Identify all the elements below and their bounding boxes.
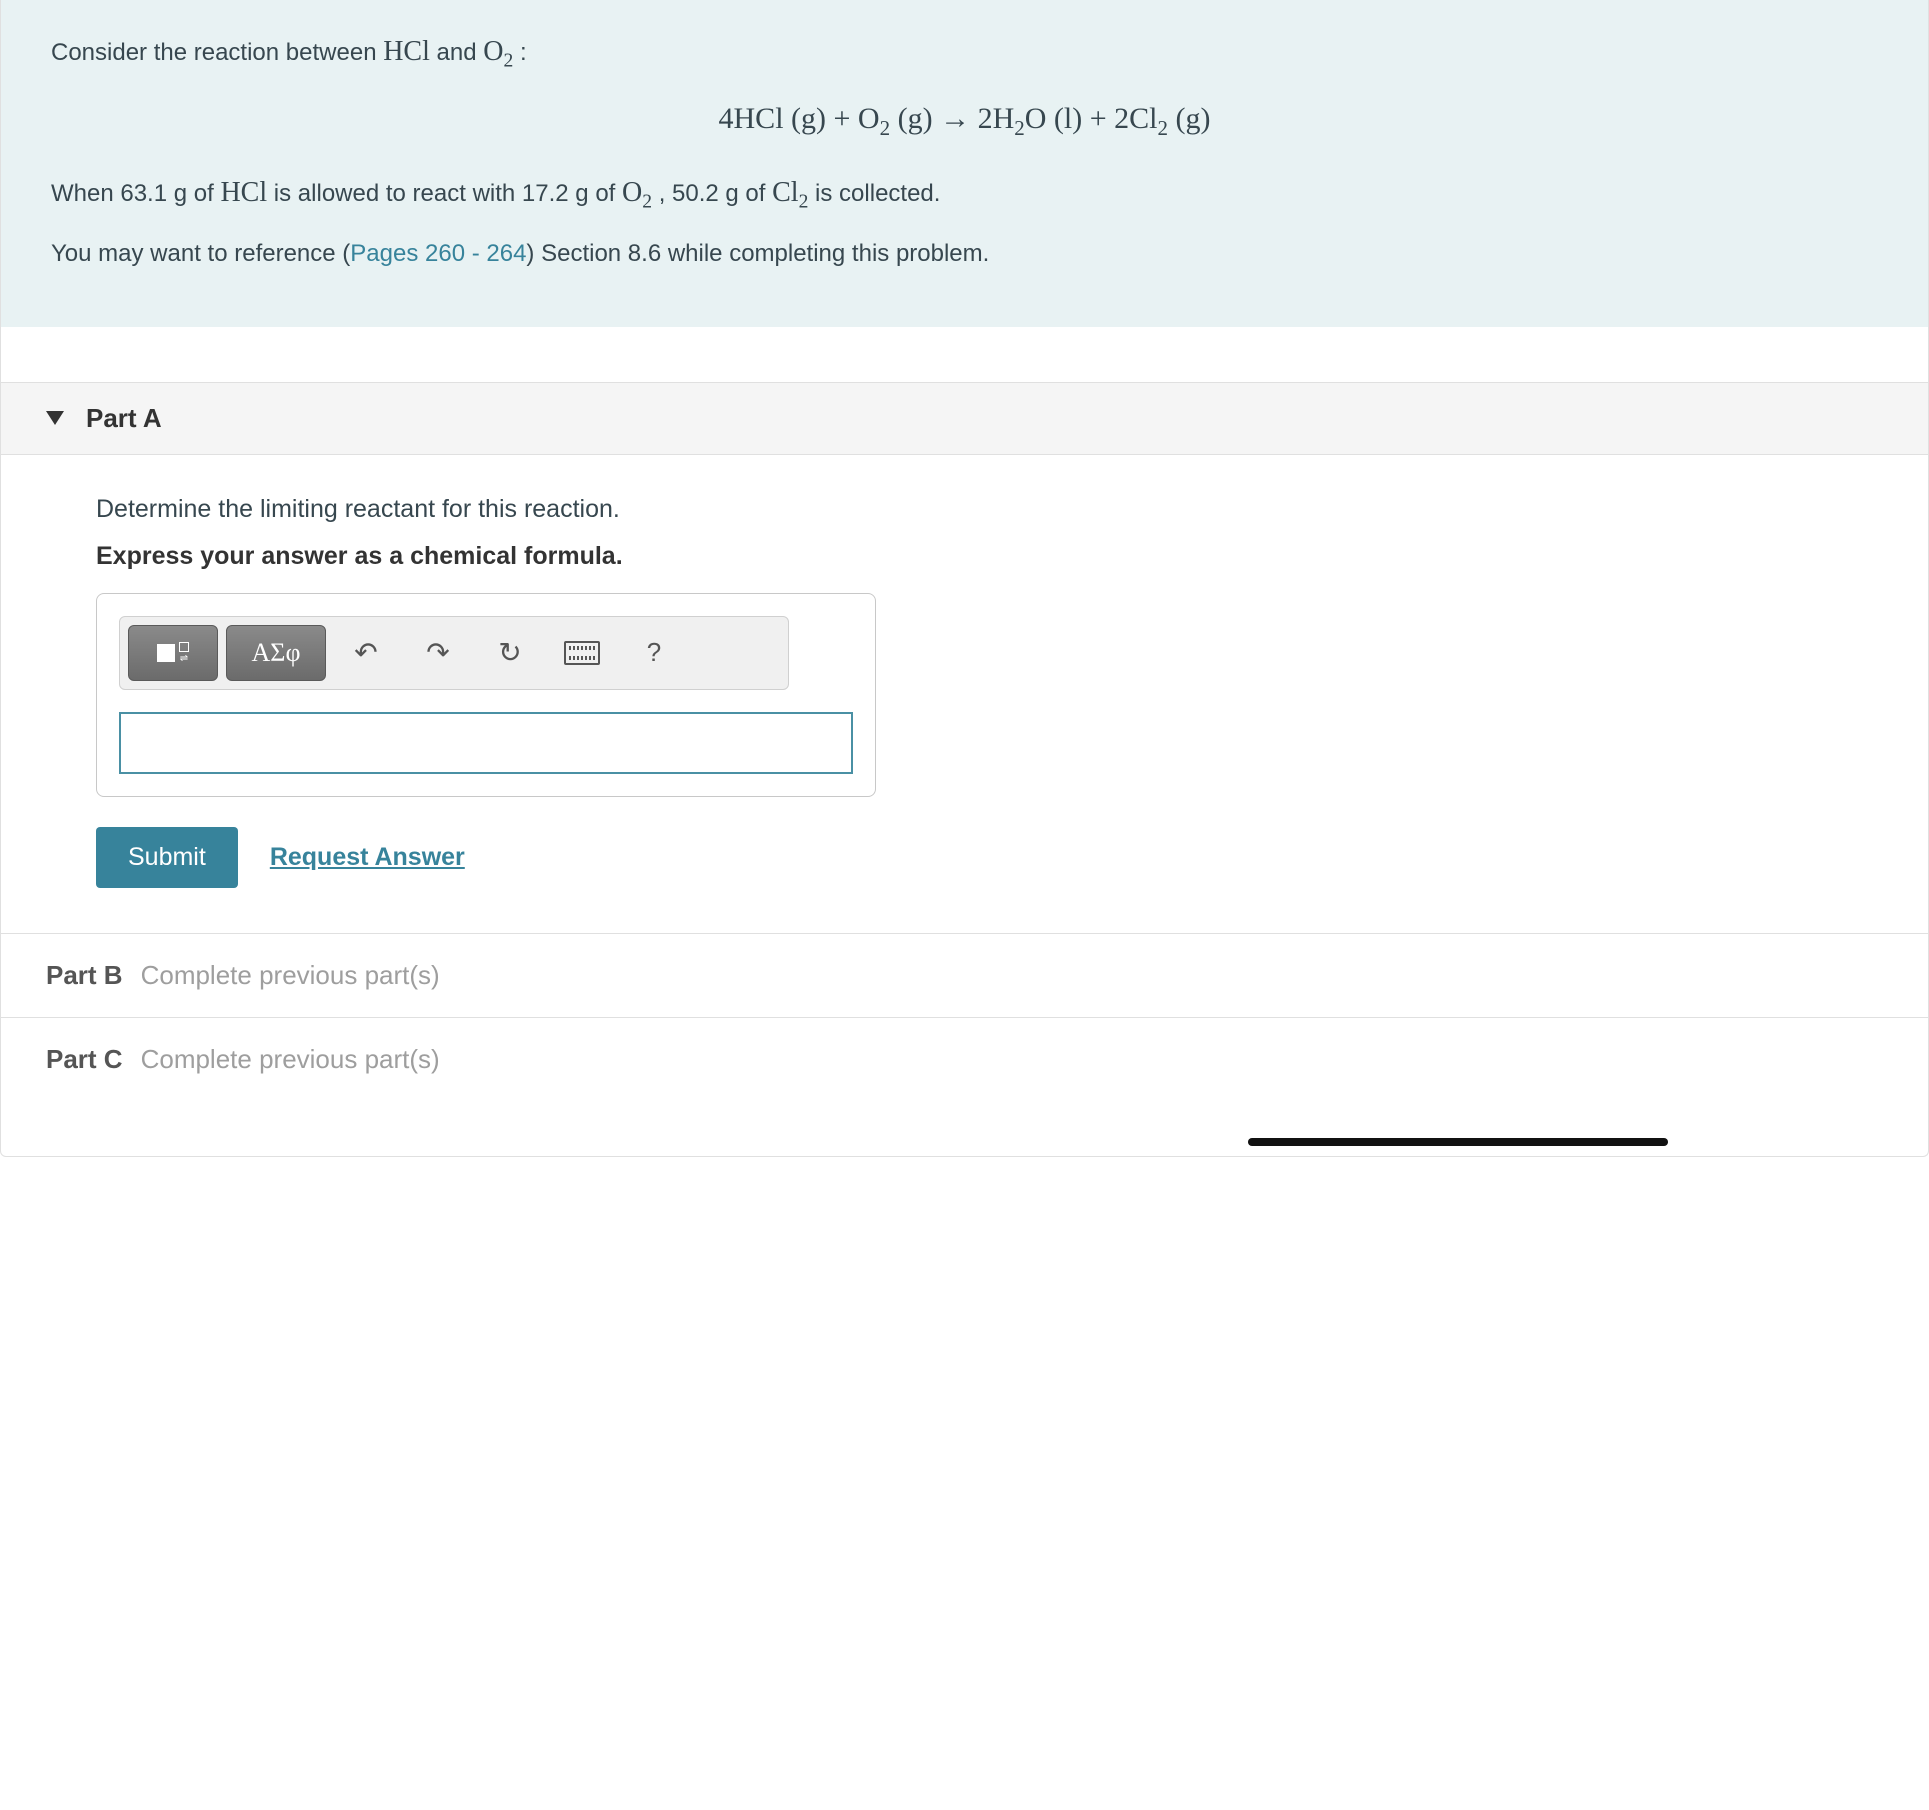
answer-input[interactable] xyxy=(119,712,853,774)
intro-line-2: When 63.1 g of HCl is allowed to react w… xyxy=(51,171,1878,218)
text: You may want to reference ( xyxy=(51,240,350,267)
subscript: 2 xyxy=(642,191,652,212)
subscript: 2 xyxy=(1158,116,1169,140)
text: (g) → 2H xyxy=(890,102,1014,135)
undo-button[interactable]: ↶ xyxy=(334,625,398,681)
chem-o2: O2 xyxy=(483,36,513,67)
text: O xyxy=(622,177,642,208)
text: When 63.1 g of xyxy=(51,180,220,207)
text: Consider the reaction between xyxy=(51,39,383,66)
problem-container: Consider the reaction between HCl and O2… xyxy=(0,0,1929,1157)
text: Cl xyxy=(772,177,798,208)
equation-toolbar: ⇌ ΑΣφ ↶ ↷ ↻ ? xyxy=(119,616,789,690)
chem-o2: O2 xyxy=(622,177,652,208)
text: 4HCl (g) + O xyxy=(719,102,880,135)
subscript: 2 xyxy=(799,191,809,212)
caret-down-icon xyxy=(46,411,64,425)
spacer xyxy=(1,327,1928,382)
intro-line-1: Consider the reaction between HCl and O2… xyxy=(51,30,1878,77)
scrollbar-indicator[interactable] xyxy=(1248,1138,1668,1146)
text: , 50.2 g of xyxy=(652,180,772,207)
text: : xyxy=(513,39,526,66)
part-a-title: Part A xyxy=(86,403,162,434)
problem-intro: Consider the reaction between HCl and O2… xyxy=(1,0,1928,327)
reset-icon: ↻ xyxy=(498,636,521,669)
chem-cl2: Cl2 xyxy=(772,177,808,208)
undo-icon: ↶ xyxy=(354,636,377,669)
text: ) Section 8.6 while completing this prob… xyxy=(526,240,989,267)
text: and xyxy=(430,39,483,66)
greek-symbols-button[interactable]: ΑΣφ xyxy=(226,625,326,681)
part-b-label: Part B xyxy=(46,960,123,991)
redo-button[interactable]: ↷ xyxy=(406,625,470,681)
intro-line-3: You may want to reference (Pages 260 - 2… xyxy=(51,235,1878,273)
submit-button[interactable]: Submit xyxy=(96,827,238,888)
subscript: 2 xyxy=(1014,116,1025,140)
text: is collected. xyxy=(808,180,940,207)
text: is allowed to react with 17.2 g of xyxy=(267,180,622,207)
help-button[interactable]: ? xyxy=(622,625,686,681)
formula-template-button[interactable]: ⇌ xyxy=(128,625,218,681)
subscript: 2 xyxy=(504,51,514,72)
part-c-header: Part C Complete previous part(s) xyxy=(1,1017,1928,1101)
pages-reference-link[interactable]: Pages 260 - 264 xyxy=(350,240,526,267)
answer-instruction: Express your answer as a chemical formul… xyxy=(96,542,1868,571)
part-b-locked-msg: Complete previous part(s) xyxy=(141,960,440,991)
part-a-header[interactable]: Part A xyxy=(1,382,1928,455)
text: O xyxy=(483,36,503,67)
part-c-label: Part C xyxy=(46,1044,123,1075)
reset-button[interactable]: ↻ xyxy=(478,625,542,681)
subscript: 2 xyxy=(880,116,891,140)
bottom-bar xyxy=(1,1101,1928,1156)
chem-hcl: HCl xyxy=(383,36,430,67)
part-b-header: Part B Complete previous part(s) xyxy=(1,933,1928,1017)
chem-hcl: HCl xyxy=(220,177,267,208)
text: O (l) + 2Cl xyxy=(1025,102,1158,135)
submit-row: Submit Request Answer xyxy=(96,827,1868,888)
keyboard-button[interactable] xyxy=(550,625,614,681)
keyboard-icon xyxy=(564,641,600,665)
part-c-locked-msg: Complete previous part(s) xyxy=(141,1044,440,1075)
request-answer-link[interactable]: Request Answer xyxy=(270,843,465,872)
part-a-body: Determine the limiting reactant for this… xyxy=(1,455,1928,933)
formula-template-icon: ⇌ xyxy=(157,642,189,664)
chemical-equation: 4HCl (g) + O2 (g) → 2H2O (l) + 2Cl2 (g) xyxy=(51,95,1878,146)
answer-box: ⇌ ΑΣφ ↶ ↷ ↻ ? xyxy=(96,593,876,797)
redo-icon: ↷ xyxy=(426,636,449,669)
question-text: Determine the limiting reactant for this… xyxy=(96,495,1868,524)
text: (g) xyxy=(1168,102,1210,135)
